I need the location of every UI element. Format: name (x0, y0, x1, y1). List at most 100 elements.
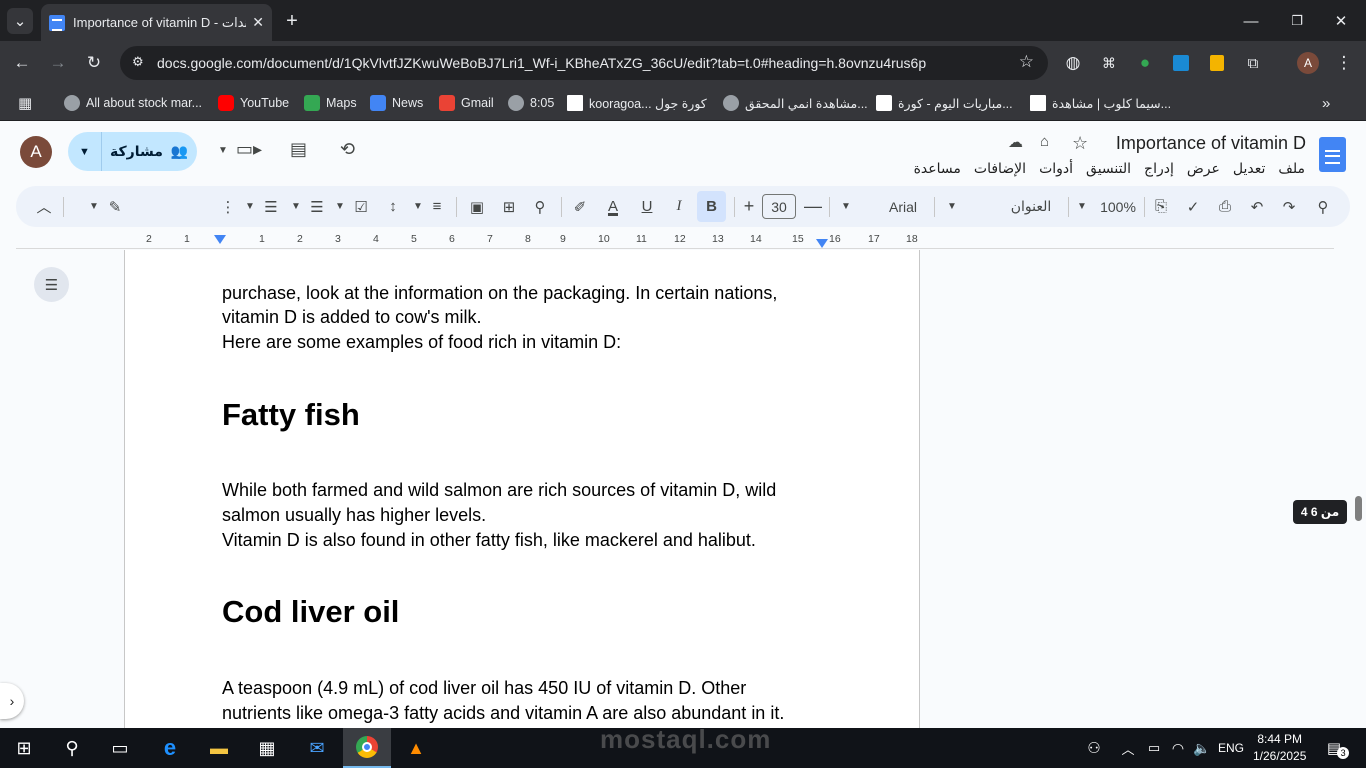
menu-format[interactable]: التنسيق (1086, 160, 1131, 177)
redo-icon[interactable]: ↷ (1278, 186, 1300, 227)
account-avatar[interactable]: A (20, 136, 52, 168)
menu-dots-icon[interactable]: ⋮ (1331, 50, 1357, 76)
font-size-input[interactable]: 30 (762, 194, 796, 219)
menu-tools[interactable]: أدوات (1039, 160, 1073, 177)
store-icon[interactable]: ▦ (243, 728, 291, 768)
globe-icon[interactable]: ◍ (1060, 50, 1086, 76)
version-history-icon[interactable]: ⟲ (340, 139, 355, 160)
vlc-icon[interactable]: ▲ (392, 728, 440, 768)
insert-image-icon[interactable]: ▣ (466, 186, 488, 227)
zoom-select[interactable]: 100% (1096, 186, 1140, 227)
extension-color-icon[interactable]: ● (1132, 50, 1158, 76)
font-dropdown-icon[interactable]: ▼ (838, 186, 854, 227)
bookmark-cima[interactable]: سيما كلوب | مشاهدة... (1030, 93, 1171, 113)
italic-icon[interactable]: I (668, 186, 690, 227)
increase-font-size-icon[interactable]: + (738, 186, 760, 227)
checklist-icon[interactable]: ☑ (350, 186, 372, 227)
style-dropdown-icon[interactable]: ▼ (944, 186, 960, 227)
edit-pencil-icon[interactable]: ✎ (104, 186, 126, 227)
font-family-select[interactable]: Arial (878, 186, 928, 227)
numbered-list-icon[interactable]: ☰ (260, 186, 282, 227)
bookmark-gmail[interactable]: Gmail (439, 93, 494, 113)
windows-start-icon[interactable]: ⊞ (0, 728, 48, 768)
menu-help[interactable]: مساعدة (914, 160, 961, 177)
forward-icon[interactable]: → (45, 50, 71, 76)
meet-video-icon[interactable]: ▭▸ (236, 139, 262, 160)
comments-icon[interactable]: ▤ (290, 139, 307, 160)
task-view-icon[interactable]: ▭ (96, 728, 144, 768)
notifications-icon[interactable]: ▤ 3 (1318, 728, 1358, 768)
collapse-menus-icon[interactable]: ︿ (34, 186, 54, 227)
menu-file[interactable]: ملف (1278, 160, 1305, 177)
highlight-pen-icon[interactable]: ✐ (569, 186, 591, 227)
scrollbar-thumb[interactable] (1355, 496, 1362, 521)
show-hidden-icons-chevron-icon[interactable]: ︿ (1115, 728, 1141, 768)
zoom-dropdown-icon[interactable]: ▼ (1074, 186, 1090, 227)
meet-dropdown-icon[interactable]: ▼ (218, 145, 228, 156)
share-button[interactable]: ▼ مشاركة 👥 (68, 132, 197, 171)
bookmark-news[interactable]: News (370, 93, 423, 113)
extension-m-icon[interactable] (1173, 55, 1189, 71)
edge-icon[interactable]: e (146, 728, 194, 768)
document-page[interactable]: purchase, look at the information on the… (124, 250, 920, 728)
mode-dropdown-icon[interactable]: ▼ (86, 186, 102, 227)
bookmark-star-icon[interactable]: ☆ (1019, 52, 1034, 72)
checklist-dropdown-icon[interactable]: ▼ (332, 186, 348, 227)
add-comment-icon[interactable]: ⊞ (498, 186, 520, 227)
chrome-icon[interactable] (343, 728, 391, 768)
apps-grid-icon[interactable]: ▦ (18, 93, 32, 113)
decrease-font-size-icon[interactable]: — (802, 186, 824, 227)
close-window-icon[interactable]: ✕ (1328, 8, 1354, 34)
restore-icon[interactable]: ❐ (1284, 8, 1310, 34)
extension-doc-icon[interactable] (1210, 55, 1224, 71)
paragraph-style-select[interactable]: العنوان (1001, 186, 1061, 227)
site-info-icon[interactable]: ⚙ (132, 54, 144, 70)
bold-button[interactable]: B (697, 191, 726, 222)
reload-icon[interactable]: ↻ (81, 50, 107, 76)
system-clock[interactable]: 8:44 PM 1/26/2025 (1253, 731, 1306, 765)
menu-insert[interactable]: إدراج (1144, 160, 1174, 177)
menu-extensions[interactable]: الإضافات (974, 160, 1026, 177)
battery-icon[interactable]: ▭ (1142, 728, 1166, 768)
paint-format-icon[interactable]: ⎘ (1150, 186, 1172, 227)
search-icon[interactable]: ⚲ (48, 728, 96, 768)
menu-edit[interactable]: تعديل (1233, 160, 1266, 177)
close-tab-icon[interactable]: ✕ (252, 14, 264, 31)
bookmark-youtube[interactable]: YouTube (218, 93, 289, 113)
align-icon[interactable]: ≡ (426, 186, 448, 227)
side-panel-chevron-icon[interactable]: › (0, 683, 24, 719)
address-bar[interactable]: ⚙ docs.google.com/document/d/1QkVlvtfJZK… (120, 46, 1048, 80)
new-tab-icon[interactable]: + (279, 8, 305, 34)
align-dropdown-icon[interactable]: ▼ (410, 186, 426, 227)
extension-icon[interactable]: ⌘ (1096, 50, 1122, 76)
star-icon[interactable]: ☆ (1072, 133, 1088, 154)
more-options-icon[interactable]: ⋮ (218, 186, 238, 227)
horizontal-ruler[interactable]: 2 1 1 2 3 4 5 6 7 8 9 10 11 12 13 14 15 … (124, 232, 920, 249)
minimize-icon[interactable]: — (1238, 8, 1264, 34)
document-title[interactable]: Importance of vitamin D (1116, 133, 1306, 154)
browser-tab[interactable]: Importance of vitamin D - مُستندات ✕ (41, 4, 272, 41)
profile-avatar[interactable]: A (1297, 52, 1319, 74)
bookmark-matches[interactable]: مباريات اليوم - كورة... (876, 93, 1013, 113)
back-icon[interactable]: ← (9, 50, 35, 76)
bookmark-805[interactable]: 8:05 (508, 93, 554, 113)
document-outline-icon[interactable]: ☰ (34, 267, 69, 302)
extensions-puzzle-icon[interactable]: ⧉ (1240, 50, 1266, 76)
bullet-list-dropdown-icon[interactable]: ▼ (288, 186, 304, 227)
chevron-down-icon[interactable]: ▼ (68, 132, 102, 171)
right-indent-marker[interactable] (816, 239, 828, 248)
tab-search-icon[interactable]: ⌄ (7, 8, 33, 34)
print-icon[interactable]: ⎙ (1214, 186, 1236, 227)
language-indicator[interactable]: ENG (1214, 728, 1248, 768)
menu-view[interactable]: عرض (1187, 160, 1220, 177)
numbered-list-dropdown-icon[interactable]: ▼ (242, 186, 258, 227)
undo-icon[interactable]: ↶ (1246, 186, 1268, 227)
mail-icon[interactable]: ✉ (293, 728, 341, 768)
insert-link-icon[interactable]: ⚲ (529, 186, 551, 227)
docs-logo-icon[interactable] (1319, 137, 1346, 172)
search-menus-icon[interactable]: ⚲ (1312, 186, 1334, 227)
volume-icon[interactable]: 🔈 (1190, 728, 1214, 768)
bookmark-stock[interactable]: All about stock mar... (64, 93, 202, 113)
underline-icon[interactable]: U (636, 186, 658, 227)
spellcheck-icon[interactable]: ✓ (1182, 186, 1204, 227)
